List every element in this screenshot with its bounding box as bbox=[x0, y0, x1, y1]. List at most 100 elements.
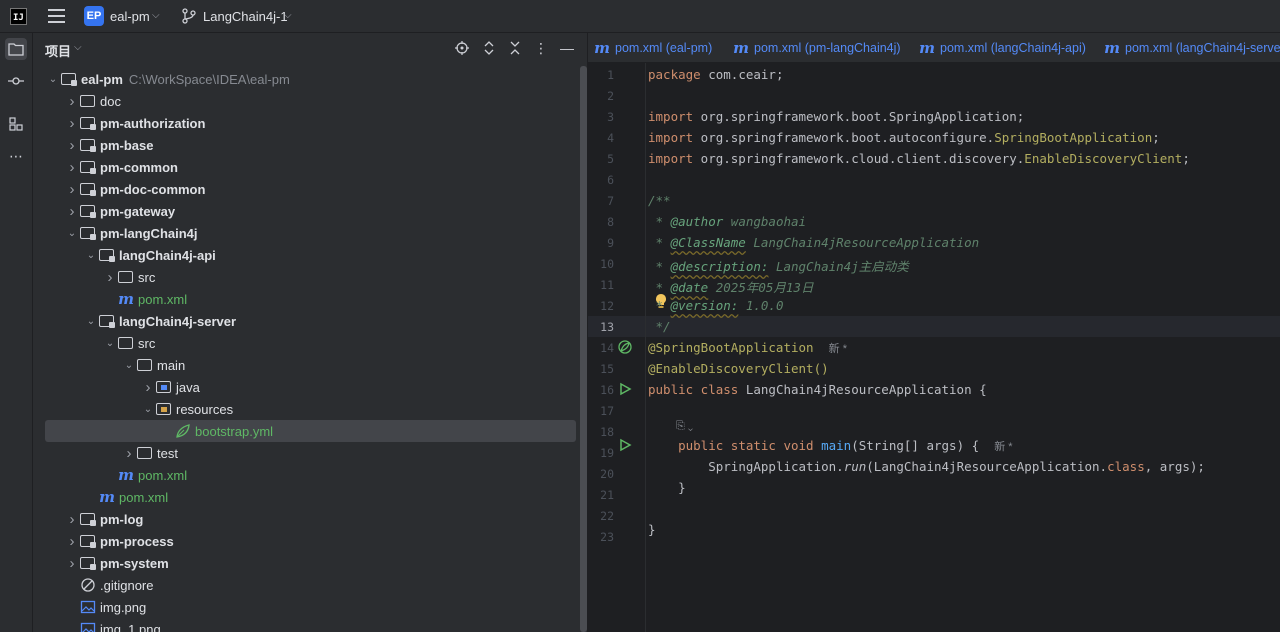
chevron-down-icon[interactable]: ⌄ bbox=[140, 404, 156, 415]
code-line-5: import org.springframework.cloud.client.… bbox=[648, 151, 1190, 166]
commit-icon[interactable] bbox=[5, 70, 27, 92]
tab-pom-langchain4j-server[interactable]: m pom.xml (langChain4j-server) bbox=[1104, 33, 1280, 62]
inlay-hint[interactable]: ⎘ ⌄ bbox=[676, 420, 693, 433]
line-number: 12 bbox=[600, 299, 614, 313]
run-icon[interactable] bbox=[618, 438, 632, 452]
tree-item[interactable]: img.png bbox=[45, 596, 576, 618]
code-line-8: * @author wangbaohai bbox=[648, 214, 807, 229]
structure-icon[interactable] bbox=[5, 113, 27, 135]
tree-item-label: pm-langChain4j bbox=[100, 225, 198, 241]
more-tools-icon[interactable]: ⋯ bbox=[5, 145, 27, 167]
chevron-right-icon[interactable]: › bbox=[64, 137, 80, 154]
git-branch-name[interactable]: LangChain4j-1 bbox=[203, 9, 288, 24]
line-number: 2 bbox=[607, 89, 614, 103]
tree-item[interactable]: › pm-gateway bbox=[45, 200, 576, 222]
tree-scrollbar[interactable] bbox=[580, 66, 587, 632]
maven-icon: m bbox=[594, 39, 610, 57]
locate-icon[interactable] bbox=[453, 39, 471, 57]
author-hint[interactable]: 新 * bbox=[829, 343, 847, 355]
chevron-down-icon[interactable]: ⌵ bbox=[152, 10, 160, 21]
chevron-right-icon[interactable]: › bbox=[64, 203, 80, 220]
tree-item[interactable]: › pm-process bbox=[45, 530, 576, 552]
tree-item[interactable]: › pm-authorization bbox=[45, 112, 576, 134]
chevron-down-icon[interactable]: ⌄ bbox=[83, 316, 99, 327]
tree-item-label: pom.xml bbox=[138, 467, 188, 483]
tree-item[interactable]: ⌄ langChain4j-api bbox=[45, 244, 576, 266]
folder-icon bbox=[118, 336, 134, 350]
tree-item[interactable]: ⌄ pm-langChain4j bbox=[45, 222, 576, 244]
code-editor[interactable]: 1 2 3 4 5 6 7 8 9 10 11 12 13 14 15 16 17 18 19 20 21 22 23 pa… bbox=[588, 63, 1280, 632]
chevron-down-icon[interactable]: ⌄ bbox=[83, 250, 99, 261]
tree-item[interactable]: › pm-log bbox=[45, 508, 576, 530]
folder-icon bbox=[80, 94, 96, 108]
code-line-15: @EnableDiscoveryClient() bbox=[648, 361, 829, 376]
chevron-down-icon[interactable]: ⌵ bbox=[74, 42, 82, 53]
main-menu-icon[interactable] bbox=[48, 9, 65, 23]
tree-item[interactable]: img_1.png bbox=[45, 618, 576, 632]
tree-item[interactable]: › java bbox=[45, 376, 576, 398]
git-branch-icon[interactable] bbox=[182, 8, 196, 24]
annotation-ref: EnableDiscoveryClient bbox=[1024, 151, 1183, 166]
tool-window-strip: ⋯ bbox=[0, 33, 33, 632]
line-number: 7 bbox=[607, 194, 614, 208]
tab-pom-eal-pm[interactable]: m pom.xml (eal-pm) bbox=[594, 33, 712, 62]
chevron-down-icon[interactable]: ⌄ bbox=[102, 338, 118, 349]
tree-item[interactable]: m pom.xml bbox=[45, 288, 576, 310]
comment: LangChain4j主启动类 bbox=[768, 259, 909, 274]
chevron-right-icon[interactable]: › bbox=[102, 269, 118, 286]
chevron-down-icon[interactable]: ⌄ bbox=[64, 228, 80, 239]
intellij-logo-icon[interactable]: IJ bbox=[10, 8, 27, 25]
tab-pom-pm-langchain4j[interactable]: m pom.xml (pm-langChain4j) bbox=[733, 33, 901, 62]
panel-title[interactable]: 项目 bbox=[45, 41, 71, 60]
tree-item[interactable]: m pom.xml bbox=[45, 464, 576, 486]
tree-item-label: pom.xml bbox=[119, 489, 169, 505]
tree-item[interactable]: ⌄ main bbox=[45, 354, 576, 376]
tree-item[interactable]: › src bbox=[45, 266, 576, 288]
tree-item[interactable]: › test bbox=[45, 442, 576, 464]
chevron-right-icon[interactable]: › bbox=[64, 555, 80, 572]
chevron-right-icon[interactable]: › bbox=[64, 533, 80, 550]
tree-item[interactable]: › pm-common bbox=[45, 156, 576, 178]
chevron-right-icon[interactable]: › bbox=[64, 115, 80, 132]
spring-bean-icon[interactable] bbox=[618, 340, 632, 354]
expand-all-icon[interactable] bbox=[480, 39, 498, 57]
project-badge[interactable]: EP bbox=[84, 6, 104, 26]
code-line-10: * @description: LangChain4j主启动类 bbox=[648, 256, 909, 275]
tree-item[interactable]: m pom.xml bbox=[45, 486, 576, 508]
tree-item[interactable]: ⌄ resources bbox=[45, 398, 576, 420]
tree-item[interactable]: › pm-system bbox=[45, 552, 576, 574]
tree-item[interactable]: ⌄ eal-pm C:\WorkSpace\IDEA\eal-pm bbox=[45, 68, 576, 90]
tree-item[interactable]: › pm-doc-common bbox=[45, 178, 576, 200]
chevron-right-icon[interactable]: › bbox=[64, 159, 80, 176]
line-number: 9 bbox=[607, 236, 614, 250]
chevron-right-icon[interactable]: › bbox=[64, 511, 80, 528]
chevron-down-icon[interactable]: ⌵ bbox=[284, 10, 292, 21]
chevron-right-icon[interactable]: › bbox=[64, 93, 80, 110]
tree-item[interactable]: .gitignore bbox=[45, 574, 576, 596]
method-call: run bbox=[843, 459, 867, 474]
run-icon[interactable] bbox=[618, 382, 632, 396]
project-name[interactable]: eal-pm bbox=[110, 9, 150, 24]
tree-item[interactable]: › doc bbox=[45, 90, 576, 112]
project-folder-icon[interactable] bbox=[5, 38, 27, 60]
hide-panel-icon[interactable]: — bbox=[558, 39, 576, 57]
module-folder-icon bbox=[61, 72, 77, 86]
tree-item[interactable]: bootstrap.yml bbox=[45, 420, 576, 442]
chevron-right-icon[interactable]: › bbox=[140, 379, 156, 396]
collapse-all-icon[interactable] bbox=[506, 39, 524, 57]
chevron-down-icon[interactable]: ⌄ bbox=[45, 74, 61, 85]
options-menu-icon[interactable]: ⋮ bbox=[532, 39, 550, 57]
chevron-right-icon[interactable]: › bbox=[121, 445, 137, 462]
tab-pom-langchain4j-api[interactable]: m pom.xml (langChain4j-api) bbox=[919, 33, 1086, 62]
author-hint[interactable]: 新 * bbox=[994, 441, 1012, 453]
code-line-20: } bbox=[648, 480, 686, 495]
annotation-ref: SpringBootApplication bbox=[994, 130, 1153, 145]
line-number: 14 bbox=[600, 341, 614, 355]
chevron-right-icon[interactable]: › bbox=[64, 181, 80, 198]
doc-tag: @date bbox=[670, 280, 709, 295]
tree-item[interactable]: › pm-base bbox=[45, 134, 576, 156]
tree-item[interactable]: ⌄ langChain4j-server bbox=[45, 310, 576, 332]
chevron-down-icon[interactable]: ⌄ bbox=[121, 360, 137, 371]
line-number: 6 bbox=[607, 173, 614, 187]
tree-item[interactable]: ⌄ src bbox=[45, 332, 576, 354]
